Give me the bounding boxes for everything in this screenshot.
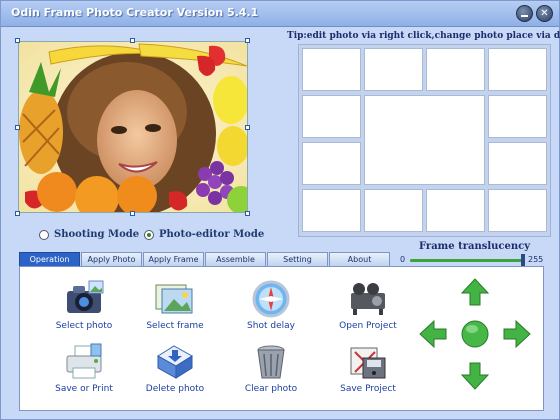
- tab-operation[interactable]: Operation: [19, 252, 80, 267]
- center-button-icon[interactable]: [460, 319, 490, 349]
- select-photo-button[interactable]: Select photo: [44, 279, 124, 331]
- select-frame-label: Select frame: [146, 321, 204, 331]
- grid-cell[interactable]: [488, 95, 547, 138]
- grid-cell[interactable]: [364, 189, 423, 232]
- save-tools-icon: [347, 342, 389, 382]
- tab-apply-frame[interactable]: Apply Frame: [143, 252, 204, 267]
- operation-panel: Select photo Select frame Shot delay Ope…: [19, 266, 544, 411]
- fruit-frame-image: [19, 42, 247, 212]
- projector-icon: [347, 279, 389, 319]
- shot-delay-label: Shot delay: [247, 321, 295, 331]
- slider-min-label: 0: [400, 255, 406, 264]
- window-title: Odin Frame Photo Creator Version 5.4.1: [11, 6, 259, 19]
- down-arrow-icon[interactable]: [460, 361, 490, 391]
- close-icon: ✕: [540, 8, 549, 19]
- right-arrow-icon[interactable]: [502, 319, 532, 349]
- select-photo-label: Select photo: [55, 321, 113, 331]
- close-button[interactable]: ✕: [536, 5, 553, 22]
- grid-cell[interactable]: [364, 48, 423, 91]
- radio-indicator: [39, 229, 49, 240]
- grid-cell[interactable]: [488, 142, 547, 185]
- translucency-label: Frame translucency: [419, 241, 531, 252]
- photo-editor-mode-label: Photo-editor Mode: [159, 229, 265, 240]
- printer-icon: [63, 342, 105, 382]
- delete-photo-button[interactable]: Delete photo: [135, 342, 215, 394]
- resize-handle-top-left[interactable]: [15, 38, 20, 43]
- grid-cell[interactable]: [302, 95, 361, 138]
- photo-editor-mode-radio[interactable]: Photo-editor Mode: [144, 229, 264, 240]
- slider-max-label: 255: [528, 255, 544, 264]
- grid-cell[interactable]: [302, 142, 361, 185]
- app-window: Odin Frame Photo Creator Version 5.4.1 ✕: [0, 0, 560, 420]
- up-arrow-icon[interactable]: [460, 277, 490, 307]
- shooting-mode-label: Shooting Mode: [54, 229, 140, 240]
- save-or-print-label: Save or Print: [55, 384, 113, 394]
- grid-cell[interactable]: [302, 189, 361, 232]
- compass-timer-icon: [250, 279, 292, 319]
- grid-cell-large[interactable]: [364, 95, 485, 185]
- trash-bin-icon: [250, 342, 292, 382]
- grid-cell[interactable]: [488, 48, 547, 91]
- save-project-label: Save Project: [340, 384, 396, 394]
- resize-handle-bottom-left[interactable]: [15, 211, 20, 216]
- resize-handle-bottom-right[interactable]: [245, 211, 250, 216]
- camera-icon: [63, 279, 105, 319]
- delete-photo-label: Delete photo: [145, 384, 205, 394]
- resize-handle-top[interactable]: [130, 38, 135, 43]
- frame-icon: [154, 279, 196, 319]
- tab-apply-photo[interactable]: Apply Photo: [81, 252, 142, 267]
- photo-frame-preview[interactable]: [18, 41, 248, 213]
- radio-indicator-selected: [144, 229, 154, 240]
- tab-assemble-photo[interactable]: Assemble photo: [205, 252, 266, 278]
- title-bar[interactable]: Odin Frame Photo Creator Version 5.4.1 ✕: [1, 1, 559, 27]
- clear-photo-button[interactable]: Clear photo: [231, 342, 311, 394]
- shooting-mode-radio[interactable]: Shooting Mode: [39, 229, 139, 240]
- minimize-icon: [517, 6, 532, 21]
- tab-setting[interactable]: Setting: [267, 252, 328, 267]
- tip-text: Tip:edit photo via right click,change ph…: [287, 31, 560, 41]
- left-arrow-icon[interactable]: [418, 319, 448, 349]
- tab-bar: Operation Apply Photo Apply Frame Assemb…: [19, 252, 391, 278]
- select-frame-button[interactable]: Select frame: [135, 279, 215, 331]
- clear-photo-label: Clear photo: [244, 384, 298, 394]
- shot-delay-button[interactable]: Shot delay: [231, 279, 311, 331]
- minimize-button[interactable]: [516, 5, 533, 22]
- open-project-button[interactable]: Open Project: [328, 279, 408, 331]
- resize-handle-bottom[interactable]: [130, 211, 135, 216]
- translucency-slider[interactable]: [410, 259, 523, 262]
- open-project-label: Open Project: [339, 321, 397, 331]
- resize-handle-top-right[interactable]: [245, 38, 250, 43]
- resize-handle-left[interactable]: [15, 125, 20, 130]
- save-or-print-button[interactable]: Save or Print: [44, 342, 124, 394]
- grid-cell[interactable]: [302, 48, 361, 91]
- save-project-button[interactable]: Save Project: [328, 342, 408, 394]
- grid-cell[interactable]: [426, 48, 485, 91]
- tab-about[interactable]: About: [329, 252, 390, 267]
- grid-cell[interactable]: [488, 189, 547, 232]
- resize-handle-right[interactable]: [245, 125, 250, 130]
- grid-cell[interactable]: [426, 189, 485, 232]
- delete-arrow-icon: [154, 342, 196, 382]
- slider-thumb[interactable]: [521, 254, 525, 266]
- photo-layout-grid: [298, 44, 551, 237]
